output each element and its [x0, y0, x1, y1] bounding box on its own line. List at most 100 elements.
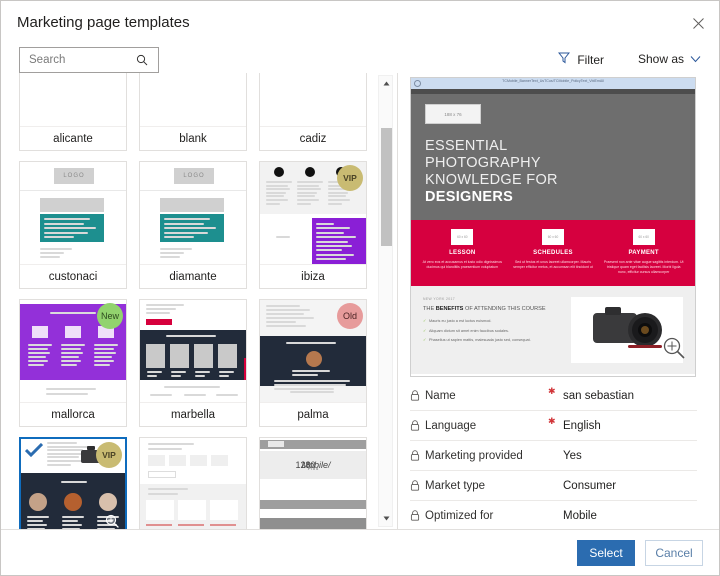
property-row: Name ✱ san sebastian	[410, 381, 697, 411]
scroll-down-arrow-icon[interactable]	[379, 511, 394, 526]
preview-bullet: Mauris eu justo a est luctus euismod.	[423, 319, 561, 325]
lock-icon	[410, 420, 425, 431]
template-thumbnail: VIP	[21, 439, 125, 529]
status-badge: VIP	[96, 442, 122, 468]
preview-column-text: Praesent non ante vitae augue sagittis i…	[603, 260, 684, 274]
headline-line-3: KNOWLEDGE FOR	[425, 172, 558, 188]
preview-feature-column: 60 x 60 LESSON At vero eos et accusamus et…	[417, 229, 508, 275]
property-row: Optimized for Mobile	[410, 501, 697, 529]
preview-feature-columns: 60 x 60 LESSON At vero eos et accusamus et…	[411, 220, 695, 286]
template-card-blank[interactable]: blank	[139, 73, 247, 151]
template-thumbnail	[140, 73, 246, 126]
template-card-custonaci[interactable]: LOGO custonaci	[19, 161, 127, 289]
template-card-sitges[interactable]: sitges	[139, 437, 247, 529]
template-thumbnail: VIP	[260, 162, 366, 264]
preview-column-text: At vero eos et accusamus et iusto odio d…	[422, 260, 503, 269]
property-label: Marketing provided	[425, 449, 523, 462]
template-card-label: mallorca	[20, 402, 126, 426]
preview-column-title: PAYMENT	[628, 250, 659, 256]
template-preview[interactable]: TCMobile_BannerText_UsTCus/TCMobile_Poli…	[410, 77, 696, 377]
selected-check-icon	[21, 439, 47, 461]
lock-icon	[410, 510, 425, 521]
template-thumbnail: LOGO	[20, 162, 126, 264]
lock-icon	[410, 480, 425, 491]
template-grid-pane: alicante blank cadiz LOGO custonaci LOGO …	[1, 73, 397, 529]
template-card-mallorca[interactable]: New mallorca	[19, 299, 127, 427]
preview-column-image: 60 x 60	[632, 229, 655, 245]
search-box[interactable]	[19, 47, 159, 73]
preview-bullet: Aliquam dictum sit amet enim faucibus so…	[423, 329, 561, 335]
headline-bold: DESIGNERS	[425, 189, 514, 205]
status-badge: New	[97, 303, 123, 329]
property-value: Mobile	[563, 509, 597, 522]
magnifier-icon[interactable]	[663, 337, 685, 364]
preview-headline: ESSENTIAL PHOTOGRAPHY KNOWLEDGE FOR DESI…	[425, 138, 695, 206]
search-icon	[131, 54, 153, 66]
template-card-label: custonaci	[20, 264, 126, 288]
template-card-label: alicante	[20, 126, 126, 150]
lock-icon	[410, 450, 425, 461]
status-badge: Old	[337, 303, 363, 329]
template-card-marbella[interactable]: marbella	[139, 299, 247, 427]
template-card-label: ibiza	[260, 264, 366, 288]
preview-benefits-section: NEW YORK 2017 THE BENEFITS OF ATTENDING …	[411, 286, 695, 374]
show-as-dropdown[interactable]: Show as	[638, 52, 701, 66]
template-thumbnail: Old	[260, 300, 366, 402]
template-thumbnail	[140, 438, 246, 529]
template-thumbnail: 1280 Mobile/ Print	[260, 438, 366, 529]
preview-column-text: Sed ut festus et unus laoreet ullamcorpe…	[513, 260, 593, 269]
property-label: Name	[425, 389, 456, 402]
funnel-icon	[558, 52, 571, 67]
property-list: Name ✱ san sebastian Language ✱ English Mark…	[410, 381, 697, 529]
template-card-label: cadiz	[260, 126, 366, 150]
property-label: Language	[425, 419, 477, 432]
template-grid-scrollbar[interactable]	[378, 75, 393, 527]
preview-column-image: 60 x 60	[542, 229, 564, 245]
property-value: English	[563, 419, 601, 432]
preview-column-title: LESSON	[449, 250, 476, 256]
template-card-label: palma	[260, 402, 366, 426]
filter-button[interactable]: Filter	[558, 52, 604, 67]
close-icon[interactable]	[685, 11, 711, 35]
page-title: Marketing page templates	[17, 14, 190, 31]
template-card-cadiz[interactable]: cadiz	[259, 73, 367, 151]
template-thumbnail	[260, 73, 366, 126]
select-button[interactable]: Select	[577, 540, 635, 566]
lock-icon	[410, 390, 425, 401]
details-pane: TCMobile_BannerText_UsTCus/TCMobile_Poli…	[398, 73, 719, 529]
scroll-up-arrow-icon[interactable]	[379, 76, 394, 91]
preview-hero: 188 x 76 ESSENTIAL PHOTOGRAPHY KNOWLEDGE…	[411, 94, 695, 220]
scrollbar-thumb[interactable]	[381, 128, 392, 246]
chevron-down-icon	[690, 52, 701, 66]
property-label: Optimized for	[425, 509, 494, 522]
search-input[interactable]	[27, 49, 131, 71]
template-card-diamante[interactable]: LOGO diamante	[139, 161, 247, 289]
template-card-struct-1[interactable]: 1280Mobile/ Print struct-1	[259, 437, 367, 529]
preview-eyebrow: NEW YORK 2017	[423, 297, 456, 301]
property-value: Consumer	[563, 479, 617, 492]
template-picker-dialog: Marketing page templates Filter Show as	[0, 0, 720, 576]
template-thumbnail	[140, 300, 246, 402]
headline-line-2: PHOTOGRAPHY	[425, 155, 541, 171]
template-thumbnail: LOGO	[140, 162, 246, 264]
toolbar: Filter Show as	[1, 43, 719, 73]
preview-bullet: Phasellus ut sapien mattis, malesuada ju…	[423, 338, 561, 344]
property-value: san sebastian	[563, 389, 634, 402]
magnifier-icon[interactable]	[105, 514, 119, 529]
preview-logo-placeholder: 188 x 76	[425, 104, 481, 124]
property-row: Market type Consumer	[410, 471, 697, 501]
preview-column-title: SCHEDULES	[533, 250, 573, 256]
dialog-footer: Select Cancel	[1, 529, 719, 575]
template-card-label: marbella	[140, 402, 246, 426]
template-thumbnail: New	[20, 300, 126, 402]
template-card-label: diamante	[140, 264, 246, 288]
preview-feature-column: 60 x 60 PAYMENT Praesent non ante vitae au…	[598, 229, 689, 275]
template-card-palma[interactable]: Old palma	[259, 299, 367, 427]
template-card-alicante[interactable]: alicante	[19, 73, 127, 151]
preview-window-icon	[414, 80, 421, 87]
template-card-ibiza[interactable]: VIP ibiza	[259, 161, 367, 289]
preview-subhead: THE BENEFITS OF ATTENDING THIS COURSE	[423, 306, 546, 312]
template-card-san-sebastian[interactable]: VIPsan sebastian	[19, 437, 127, 529]
required-asterisk: ✱	[548, 416, 556, 426]
cancel-button[interactable]: Cancel	[645, 540, 703, 566]
